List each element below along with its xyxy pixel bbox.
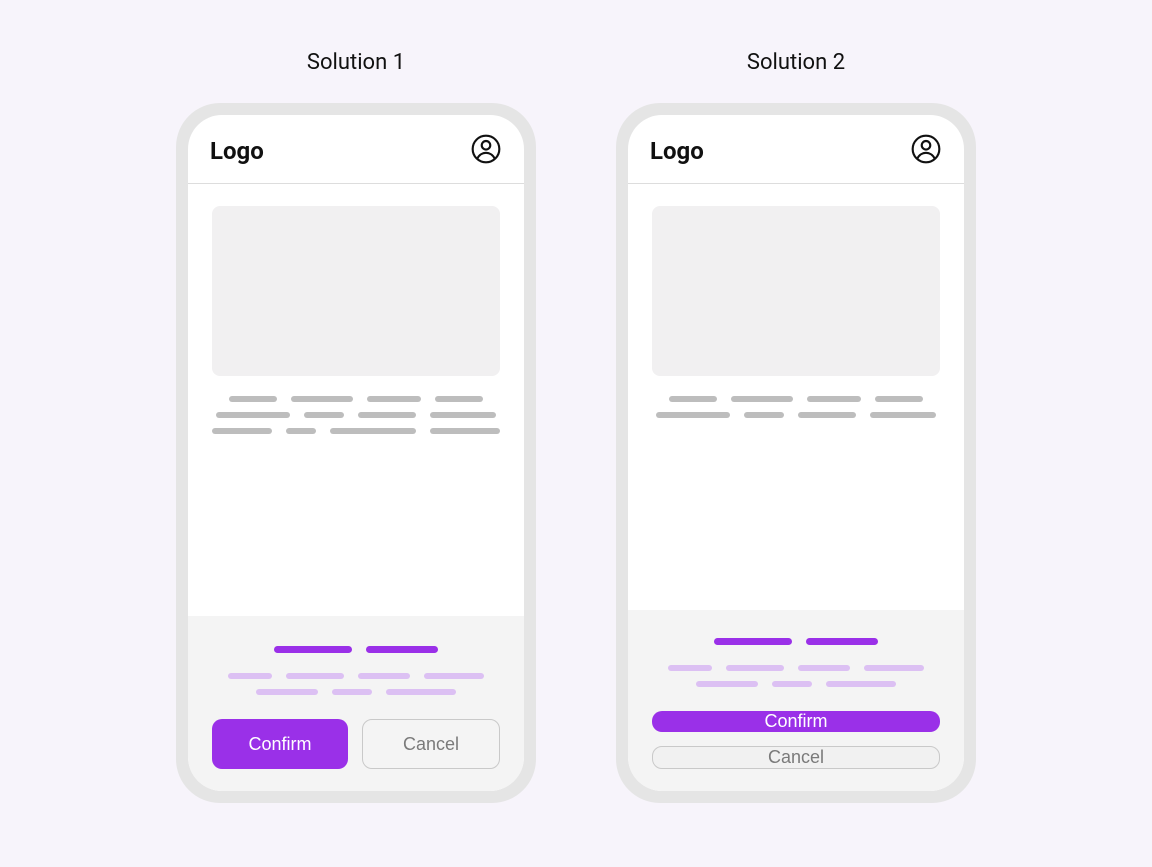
- content-area: [628, 184, 964, 610]
- solution-title: Solution 1: [307, 50, 405, 75]
- cancel-button[interactable]: Cancel: [362, 719, 500, 769]
- sheet-body-placeholder: [652, 665, 940, 687]
- phone-screen: Logo: [628, 115, 964, 791]
- bottom-sheet: Confirm Cancel: [628, 610, 964, 791]
- solution-1: Solution 1 Logo: [176, 50, 536, 803]
- button-column: Confirm Cancel: [652, 711, 940, 769]
- image-placeholder: [212, 206, 500, 376]
- body-text-placeholder: [652, 396, 940, 418]
- phone-frame: Logo: [176, 103, 536, 803]
- sheet-heading-placeholder: [714, 638, 878, 645]
- content-area: [188, 184, 524, 616]
- user-icon[interactable]: [910, 133, 942, 169]
- confirm-button[interactable]: Confirm: [212, 719, 348, 769]
- body-text-placeholder: [212, 396, 500, 434]
- top-bar: Logo: [188, 115, 524, 184]
- user-icon[interactable]: [470, 133, 502, 169]
- solution-title: Solution 2: [747, 50, 845, 75]
- logo: Logo: [210, 137, 264, 165]
- button-row: Confirm Cancel: [212, 719, 500, 769]
- logo: Logo: [650, 137, 704, 165]
- solution-2: Solution 2 Logo: [616, 50, 976, 803]
- sheet-heading-placeholder: [274, 646, 438, 653]
- phone-frame: Logo: [616, 103, 976, 803]
- bottom-sheet: Confirm Cancel: [188, 616, 524, 791]
- image-placeholder: [652, 206, 940, 376]
- phone-screen: Logo: [188, 115, 524, 791]
- top-bar: Logo: [628, 115, 964, 184]
- confirm-button[interactable]: Confirm: [652, 711, 940, 732]
- sheet-body-placeholder: [212, 673, 500, 695]
- cancel-button[interactable]: Cancel: [652, 746, 940, 769]
